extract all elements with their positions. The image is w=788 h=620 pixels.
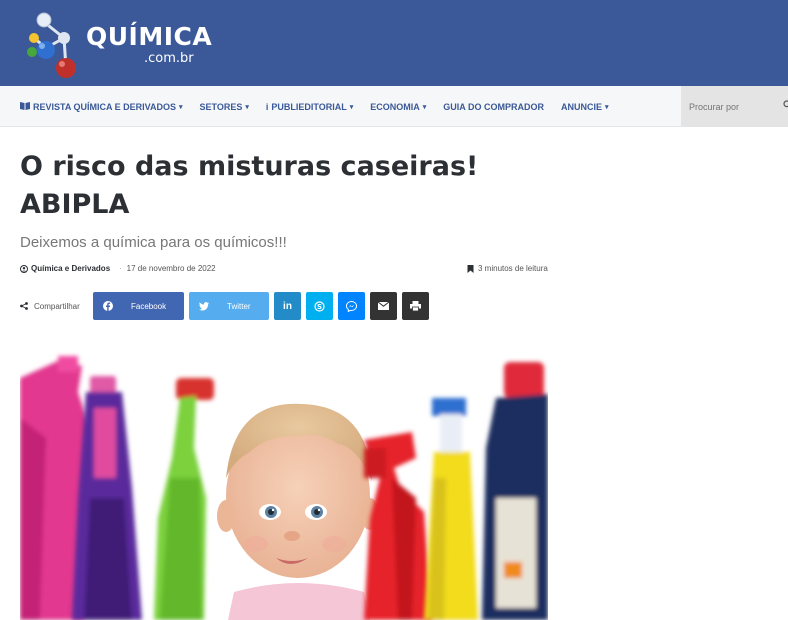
logo-text: QUÍMICA [86,22,213,51]
nav-item-label: PUBLIEDITORIAL [271,101,347,112]
nav-item-label: GUIA DO COMPRADOR [443,101,544,112]
search-box [681,86,788,127]
nav-item-guia-do-comprador[interactable]: GUIA DO COMPRADOR [443,102,544,112]
reading-time: 3 minutos de leitura [467,264,548,273]
share-facebook-label: Facebook [131,301,167,311]
svg-text:S: S [317,303,322,311]
search-input[interactable] [689,101,779,112]
share-print-button[interactable] [402,292,429,320]
info-icon: i [265,101,269,112]
nav-item-setores[interactable]: SETORES ▾ [200,102,249,112]
article-subtitle: Deixemos a química para os químicos!!! [20,234,287,251]
chevron-down-icon: ▾ [604,103,609,111]
share-label: Compartilhar [20,302,93,311]
article-meta: Química e Derivados · 17 de novembro de 2… [20,264,550,278]
featured-image [20,348,548,620]
nav-item-label: ECONOMIA [370,101,420,112]
share-linkedin-button[interactable]: in [274,292,301,320]
site-header: QUÍMICA .com.br [0,0,788,86]
article-title: O risco das misturas caseiras! ABIPLA [20,148,580,224]
share-facebook-button[interactable]: Facebook [93,292,184,320]
chevron-down-icon: ▾ [422,103,427,111]
book-icon [20,101,30,112]
author-name: Química e Derivados [31,264,111,273]
share-email-button[interactable] [370,292,397,320]
share-icon [20,302,28,310]
baby-with-cleaning-bottles-image [20,348,548,620]
chevron-down-icon: ▾ [245,103,249,111]
search-icon[interactable] [783,100,788,112]
messenger-icon [346,300,357,312]
nav-item-anuncie[interactable]: ANUNCIE ▾ [561,102,609,112]
molecule-logo-icon [27,12,76,78]
user-icon [20,264,28,273]
printer-icon [410,301,421,311]
share-twitter-button[interactable]: Twitter [189,292,269,320]
site-logo[interactable]: QUÍMICA .com.br [24,8,212,80]
nav-item-label: SETORES [199,101,243,112]
share-skype-button[interactable]: S [306,292,333,320]
nav-item-label: ANUNCIE [560,101,602,112]
logo-subtext: .com.br [144,51,194,66]
author-link[interactable]: Química e Derivados [20,264,110,273]
twitter-icon [199,301,209,311]
envelope-icon [378,302,389,310]
skype-icon: S [314,300,325,312]
nav-item-revista[interactable]: REVISTA QUÍMICA E DERIVADOS ▾ [20,101,183,112]
publish-date-text: 17 de novembro de 2022 [126,264,216,273]
main-navigation: REVISTA QUÍMICA E DERIVADOS ▾ SETORES ▾ … [0,86,788,127]
share-label-text: Compartilhar [34,301,80,311]
share-twitter-label: Twitter [227,301,251,311]
publish-date: · 17 de novembro de 2022 [119,264,216,273]
share-messenger-button[interactable] [338,292,365,320]
reading-time-text: 3 minutos de leitura [478,264,548,273]
chevron-down-icon: ▾ [179,103,183,111]
linkedin-icon: in [283,300,292,312]
article-title-line: O risco das misturas caseiras! [20,151,479,182]
facebook-icon [103,301,113,311]
nav-item-publieditorial[interactable]: i PUBLIEDITORIAL ▾ [266,102,353,112]
share-bar: Compartilhar Facebook Twitter in S [20,292,434,320]
chevron-down-icon: ▾ [349,103,354,111]
bookmark-icon [467,264,475,273]
article-title-line: ABIPLA [20,189,130,220]
nav-item-economia[interactable]: ECONOMIA ▾ [370,102,426,112]
nav-item-label: REVISTA QUÍMICA E DERIVADOS [33,101,177,112]
